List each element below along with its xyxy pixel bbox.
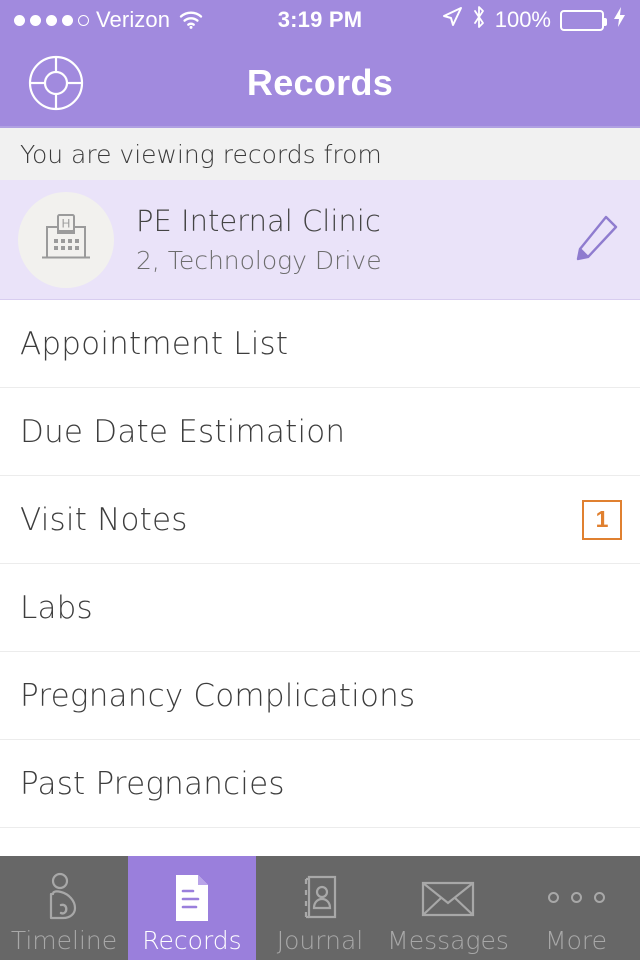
banner-label: You are viewing records from xyxy=(20,139,382,169)
tab-label: Journal xyxy=(276,925,364,955)
menu-item-label: Past Pregnancies xyxy=(20,765,285,802)
svg-text:H: H xyxy=(62,216,71,230)
app-screen: Verizon 3:19 PM 100% Records You are vie… xyxy=(0,0,640,960)
menu-item-label: Pregnancy Complications xyxy=(20,677,416,714)
tab-label: Records xyxy=(142,925,242,955)
menu-item-visit-notes[interactable]: Visit Notes 1 xyxy=(0,476,640,564)
pregnant-woman-icon xyxy=(39,870,89,926)
battery-icon xyxy=(560,9,607,31)
menu-item-label: Due Date Estimation xyxy=(20,413,346,450)
avatar: H xyxy=(18,191,114,288)
tab-journal[interactable]: Journal xyxy=(256,856,384,960)
tab-bar: Timeline Records Journal Messages More xyxy=(0,856,640,960)
menu-item-due-date-estimation[interactable]: Due Date Estimation xyxy=(0,388,640,476)
pencil-edit-icon[interactable] xyxy=(570,211,622,269)
target-lifebuoy-icon[interactable] xyxy=(27,54,85,112)
status-badge: 1 xyxy=(582,499,622,540)
menu-item-pregnancy-complications[interactable]: Pregnancy Complications xyxy=(0,652,640,740)
clinic-name: PE Internal Clinic xyxy=(136,204,381,238)
navigation-bar: Records xyxy=(0,40,640,128)
menu-item-label: Appointment List xyxy=(20,325,289,362)
tab-label: Messages xyxy=(387,925,509,955)
tab-label: More xyxy=(545,925,607,955)
hospital-building-icon: H xyxy=(39,213,93,267)
tab-more[interactable]: More xyxy=(512,856,640,960)
menu-item-labs[interactable]: Labs xyxy=(0,564,640,652)
records-menu-list: Appointment List Due Date Estimation Vis… xyxy=(0,300,640,856)
tab-label: Timeline xyxy=(10,925,118,955)
ellipsis-icon xyxy=(547,870,605,926)
status-bar-right: 100% xyxy=(441,5,626,35)
battery-percent-label: 100% xyxy=(494,7,551,32)
clinic-details: PE Internal Clinic 2, Technology Drive xyxy=(136,204,382,275)
viewing-records-banner: You are viewing records from xyxy=(0,128,640,180)
envelope-icon xyxy=(420,870,476,926)
page-title: Records xyxy=(246,62,394,103)
lightning-bolt-icon xyxy=(613,6,626,34)
menu-item-label: Labs xyxy=(20,589,93,626)
bluetooth-icon xyxy=(472,5,486,35)
clinic-address: 2, Technology Drive xyxy=(136,246,382,275)
tab-messages[interactable]: Messages xyxy=(384,856,512,960)
status-bar: Verizon 3:19 PM 100% xyxy=(0,0,640,40)
menu-item-past-pregnancies[interactable]: Past Pregnancies xyxy=(0,740,640,828)
menu-item-appointment-list[interactable]: Appointment List xyxy=(0,300,640,388)
clinic-row[interactable]: H PE Internal Clinic 2, Technology Drive xyxy=(0,180,640,300)
journal-book-icon xyxy=(297,870,343,926)
tab-records[interactable]: Records xyxy=(128,856,256,960)
document-icon xyxy=(170,870,214,926)
tab-timeline[interactable]: Timeline xyxy=(0,856,128,960)
menu-item-label: Visit Notes xyxy=(20,501,188,538)
location-arrow-icon xyxy=(441,6,463,34)
